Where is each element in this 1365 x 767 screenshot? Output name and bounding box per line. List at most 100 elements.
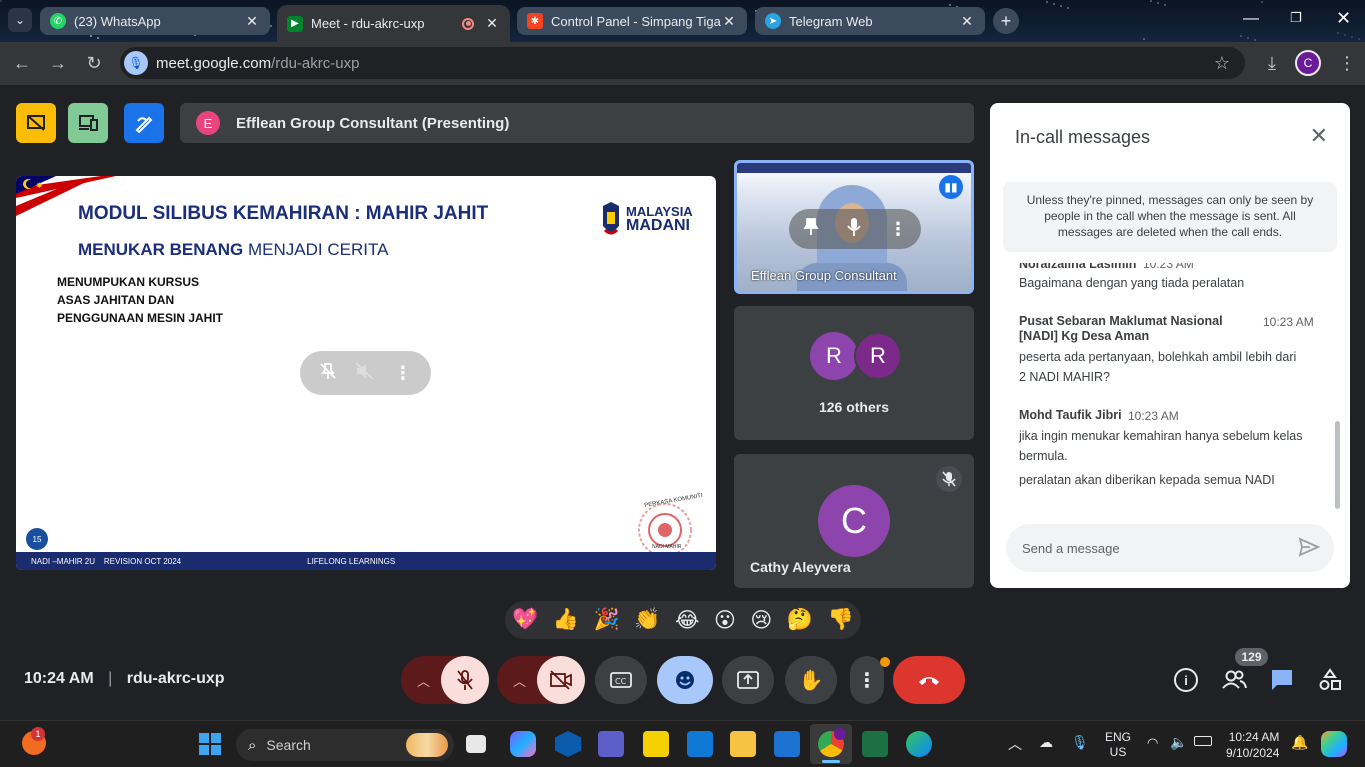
microphone-icon[interactable] xyxy=(847,217,861,242)
message-time: 10:23 AM xyxy=(1143,257,1194,271)
tab-title: Control Panel - Simpang Tiga L xyxy=(551,13,721,29)
more-options-icon[interactable]: ⋮ xyxy=(394,363,412,384)
wifi-icon[interactable]: ◠ xyxy=(1147,735,1158,751)
copilot-pre-icon[interactable] xyxy=(1321,731,1347,757)
self-video-tile[interactable]: ▮▮ ⋮ Efflean Group Consultant xyxy=(734,160,974,294)
download-icon[interactable]: ⤓ xyxy=(1261,52,1283,74)
star-decoration xyxy=(1143,38,1145,40)
tab-control-panel[interactable]: ✱ Control Panel - Simpang Tiga L ✕ xyxy=(517,7,747,35)
bookmark-star-icon[interactable]: ☆ xyxy=(1211,52,1233,74)
excel-icon[interactable] xyxy=(862,731,888,757)
chat-button[interactable] xyxy=(1269,668,1295,692)
close-tab-icon[interactable]: ✕ xyxy=(484,15,500,32)
tab-search-button[interactable]: ⌄ xyxy=(8,8,32,32)
pin-off-icon[interactable] xyxy=(319,362,337,385)
star-decoration xyxy=(1067,7,1069,9)
microsoft-store-icon[interactable] xyxy=(774,731,800,757)
raise-hand-icon: ✋ xyxy=(798,669,824,692)
show-hidden-icons-icon[interactable]: ︿ xyxy=(1008,734,1022,754)
svg-text:CC: CC xyxy=(615,677,627,686)
sticky-notes-icon[interactable] xyxy=(643,731,669,757)
participant-tile-cathy[interactable]: C Cathy Aleyvera xyxy=(734,454,974,588)
raise-hand-button[interactable]: ✋ xyxy=(785,656,837,704)
reload-icon[interactable]: ↻ xyxy=(83,52,105,74)
send-icon[interactable] xyxy=(1298,537,1321,560)
reaction-sparkling-heart[interactable]: 💖 xyxy=(512,608,538,632)
others-tile[interactable]: R R 126 others xyxy=(734,306,974,440)
file-explorer-icon[interactable] xyxy=(730,731,756,757)
search-highlight-icon xyxy=(406,733,448,757)
microphone-tray-icon[interactable]: 🎙 xyxy=(1071,734,1089,751)
mail-icon[interactable] xyxy=(687,731,713,757)
star-decoration xyxy=(1150,0,1152,2)
reaction-clapping[interactable]: 👏 xyxy=(634,608,660,632)
reaction-thumbs-up[interactable]: 👍 xyxy=(553,608,579,632)
pin-icon[interactable] xyxy=(803,217,819,241)
menu-kebab-icon[interactable]: ⋮ xyxy=(1336,52,1358,74)
close-tab-icon[interactable]: ✕ xyxy=(959,13,975,30)
reaction-joy[interactable]: 😂 xyxy=(675,608,700,633)
camera-off-button[interactable] xyxy=(537,656,585,704)
more-options-button[interactable]: ⋮ xyxy=(850,656,890,704)
people-button[interactable] xyxy=(1220,666,1248,694)
present-now-button[interactable] xyxy=(722,656,774,704)
captions-button[interactable]: CC xyxy=(595,656,647,704)
reaction-surprised[interactable]: 😮 xyxy=(714,608,736,633)
edge-icon[interactable] xyxy=(906,731,932,757)
chat-scrollbar[interactable] xyxy=(1335,421,1340,509)
meeting-clock: 10:24 AM xyxy=(24,670,94,687)
chevron-up-icon: ︿ xyxy=(417,673,431,689)
close-tab-icon[interactable]: ✕ xyxy=(721,13,737,30)
back-icon[interactable]: ← xyxy=(11,52,33,74)
meeting-info-icon[interactable]: i xyxy=(1174,668,1198,692)
message-text: peralatan akan diberikan kepada semua NA… xyxy=(1019,473,1275,487)
reaction-thinking[interactable]: 🤔 xyxy=(787,608,813,632)
stop-presenting-icon[interactable] xyxy=(16,103,56,143)
profile-avatar[interactable]: C xyxy=(1295,50,1321,76)
minimize-window-icon[interactable]: — xyxy=(1243,10,1259,28)
mic-off-icon xyxy=(457,670,473,690)
battery-icon[interactable] xyxy=(1194,736,1212,746)
whiteboard-pen-icon[interactable] xyxy=(124,103,164,143)
teams-icon[interactable] xyxy=(598,731,624,757)
copilot-icon[interactable] xyxy=(510,731,536,757)
close-icon[interactable]: ✕ xyxy=(1310,123,1328,149)
send-reaction-button[interactable] xyxy=(657,656,713,704)
send-message-input[interactable]: Send a message xyxy=(1006,524,1334,572)
more-options-icon[interactable]: ⋮ xyxy=(889,219,907,240)
participant-avatar: R xyxy=(854,332,902,380)
reaction-party-popper[interactable]: 🎉 xyxy=(594,608,620,632)
joomla-icon: ✱ xyxy=(527,13,543,29)
participant-name: Efflean Group Consultant xyxy=(751,268,897,283)
task-view-icon[interactable] xyxy=(466,735,486,753)
mute-off-icon[interactable] xyxy=(355,361,375,385)
address-bar[interactable]: 🎙 meet.google.com/rdu-akrc-uxp xyxy=(120,47,1245,79)
tab-telegram[interactable]: ➤ Telegram Web ✕ xyxy=(755,7,985,35)
tab-whatsapp[interactable]: ✆ (23) WhatsApp ✕ xyxy=(40,7,270,35)
leave-call-button[interactable] xyxy=(893,656,965,704)
companion-mode-icon[interactable] xyxy=(68,103,108,143)
muted-indicator-icon xyxy=(936,466,962,492)
volume-icon[interactable]: 🔈 xyxy=(1170,734,1187,751)
new-tab-button[interactable]: + xyxy=(993,8,1019,34)
tab-meet[interactable]: ▶ Meet - rdu-akrc-uxp ✕ xyxy=(277,5,510,42)
taskbar-clock[interactable]: 10:24 AM 9/10/2024 xyxy=(1226,729,1279,761)
activities-button[interactable] xyxy=(1318,668,1344,694)
message-text: bermula. xyxy=(1019,449,1068,463)
microphone-off-button[interactable] xyxy=(441,656,489,704)
language-indicator[interactable]: ENG US xyxy=(1105,730,1131,760)
notifications-bell-icon[interactable]: 🔔 xyxy=(1291,734,1308,751)
network-off-icon[interactable]: ☁ xyxy=(1039,734,1053,751)
taskbar-search[interactable]: ⌕ Search xyxy=(236,729,454,761)
windows-start-icon[interactable] xyxy=(199,733,221,755)
reaction-sad[interactable]: 😢 xyxy=(750,608,772,633)
close-window-icon[interactable]: ✕ xyxy=(1336,8,1351,29)
site-info-icon[interactable]: 🎙 xyxy=(124,51,148,75)
participants-count-badge: 129 xyxy=(1235,648,1268,666)
close-tab-icon[interactable]: ✕ xyxy=(244,13,260,30)
reaction-thumbs-down[interactable]: 👎 xyxy=(828,608,854,632)
star-decoration xyxy=(1358,38,1360,40)
people-icon xyxy=(1222,670,1247,689)
forward-icon[interactable]: → xyxy=(47,52,69,74)
restore-window-icon[interactable]: ❐ xyxy=(1290,10,1302,26)
